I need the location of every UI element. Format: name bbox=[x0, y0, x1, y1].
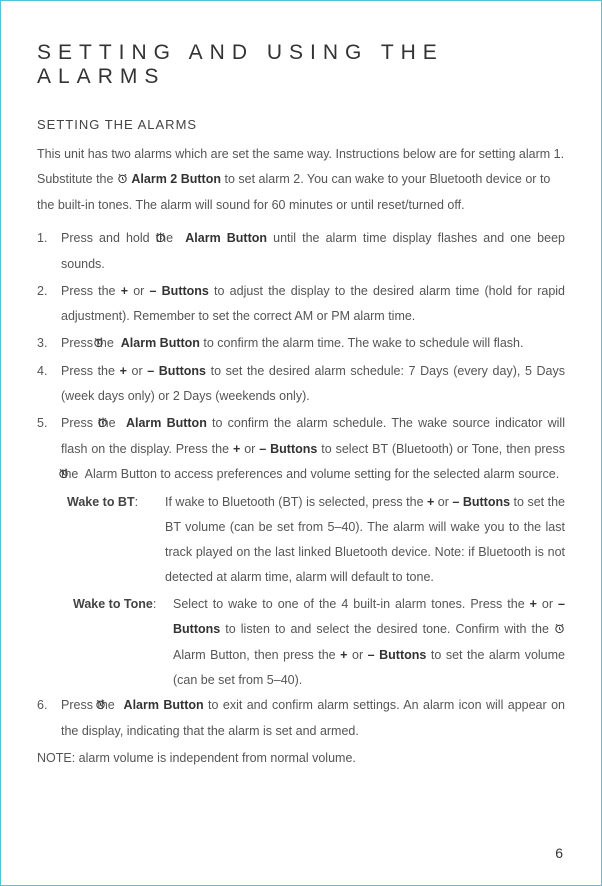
step-3: 3.Press the Alarm Button to confirm the … bbox=[37, 331, 565, 357]
colon: : bbox=[135, 495, 138, 509]
wake-to-bt-label: Wake to BT bbox=[67, 495, 135, 509]
step-text: Alarm Button to access preferences and v… bbox=[82, 467, 559, 481]
wake-to-tone-block: Wake to Tone: Select to wake to one of t… bbox=[37, 592, 565, 693]
wake-to-tone-label: Wake to Tone bbox=[73, 597, 153, 611]
alarm2-button-label: Alarm 2 Button bbox=[131, 172, 221, 186]
step-text: Press the bbox=[61, 336, 117, 350]
step-text: or bbox=[240, 442, 259, 456]
step-number: 6. bbox=[37, 693, 61, 718]
step-number: 3. bbox=[37, 331, 61, 356]
step-1: 1.Press and hold the Alarm Button until … bbox=[37, 226, 565, 277]
wake-tone-text: to listen to and select the desired tone… bbox=[220, 622, 554, 636]
wake-tone-text: Select to wake to one of the 4 built-in … bbox=[173, 597, 530, 611]
step-number: 1. bbox=[37, 226, 61, 251]
step-text: or bbox=[127, 364, 147, 378]
step-text: Press the bbox=[61, 698, 119, 712]
page-title: SETTING AND USING THE ALARMS bbox=[37, 41, 565, 89]
alarm-clock-icon bbox=[554, 618, 565, 643]
step-4: 4.Press the + or – Buttons to set the de… bbox=[37, 359, 565, 409]
alarm-button-label: Alarm Button bbox=[185, 231, 267, 245]
alarm-button-label: Alarm Button bbox=[124, 698, 204, 712]
alarm-button-label: Alarm Button bbox=[126, 416, 207, 430]
step-text: or bbox=[434, 495, 452, 509]
minus-buttons-label: – Buttons bbox=[150, 284, 209, 298]
step-text: or bbox=[128, 284, 150, 298]
step-text: Press the bbox=[61, 416, 121, 430]
step-text: to confirm the alarm time. The wake to s… bbox=[200, 336, 524, 350]
alarm-clock-icon bbox=[117, 168, 128, 193]
step-5: 5.Press the Alarm Button to confirm the … bbox=[37, 411, 565, 488]
step-number: 5. bbox=[37, 411, 61, 436]
wake-to-bt-block: Wake to BT: If wake to Bluetooth (BT) is… bbox=[37, 490, 565, 590]
plus-label: + bbox=[121, 284, 128, 298]
wake-bt-text: If wake to Bluetooth (BT) is selected, p… bbox=[165, 495, 427, 509]
note-text: NOTE: alarm volume is independent from n… bbox=[37, 746, 565, 771]
page-number: 6 bbox=[555, 845, 563, 861]
plus-label: + bbox=[120, 364, 127, 378]
alarm-button-label: Alarm Button bbox=[121, 336, 200, 350]
colon: : bbox=[153, 597, 156, 611]
step-text: Press the bbox=[61, 284, 121, 298]
step-number: 4. bbox=[37, 359, 61, 384]
minus-buttons-label: – Buttons bbox=[147, 364, 206, 378]
step-number: 2. bbox=[37, 279, 61, 304]
step-text: or bbox=[537, 597, 558, 611]
wake-tone-text: Alarm Button, then press the bbox=[173, 648, 340, 662]
intro-paragraph: This unit has two alarms which are set t… bbox=[37, 142, 565, 218]
steps-list: 1.Press and hold the Alarm Button until … bbox=[37, 226, 565, 744]
plus-label: + bbox=[530, 597, 537, 611]
step-6: 6.Press the Alarm Button to exit and con… bbox=[37, 693, 565, 744]
section-heading: SETTING THE ALARMS bbox=[37, 117, 565, 132]
step-text: or bbox=[347, 648, 367, 662]
minus-buttons-label: – Buttons bbox=[368, 648, 427, 662]
minus-buttons-label: – Buttons bbox=[452, 495, 510, 509]
step-2: 2.Press the + or – Buttons to adjust the… bbox=[37, 279, 565, 329]
step-text: Press the bbox=[61, 364, 120, 378]
minus-buttons-label: – Buttons bbox=[259, 442, 317, 456]
